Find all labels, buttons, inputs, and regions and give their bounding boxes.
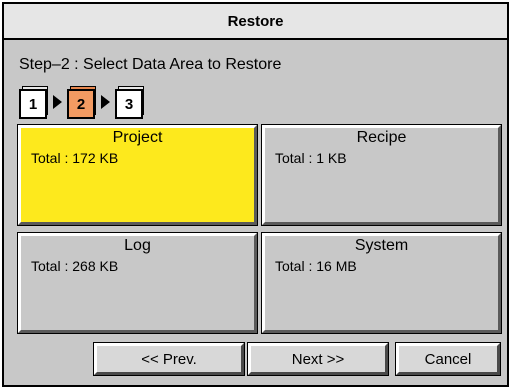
step-arrow-icon [53, 95, 62, 109]
area-total: Total : 1 KB [275, 150, 347, 166]
area-name: Project [112, 129, 163, 146]
restore-dialog: Restore Step–2 : Select Data Area to Res… [2, 2, 509, 387]
dialog-title: Restore [4, 4, 507, 40]
area-name: Recipe [356, 129, 407, 146]
step-1: 1 [19, 86, 49, 119]
area-tile-project[interactable]: Project Total : 172 KB [17, 124, 258, 226]
area-tile-system[interactable]: System Total : 16 MB [261, 232, 502, 334]
step-arrow-icon [101, 95, 110, 109]
area-name: System [354, 237, 409, 254]
area-tile-recipe[interactable]: Recipe Total : 1 KB [261, 124, 502, 226]
step-1-label: 1 [19, 89, 47, 119]
step-2-label: 2 [67, 89, 95, 119]
step-3: 3 [115, 86, 145, 119]
area-total: Total : 172 KB [31, 150, 119, 166]
step-3-label: 3 [115, 89, 143, 119]
area-name: Log [124, 237, 151, 254]
step-instruction: Step–2 : Select Data Area to Restore [19, 56, 282, 73]
step-2: 2 [67, 86, 97, 119]
area-tile-log[interactable]: Log Total : 268 KB [17, 232, 258, 334]
area-total: Total : 16 MB [275, 258, 357, 274]
next-button[interactable]: Next >> [247, 342, 389, 376]
cancel-button[interactable]: Cancel [395, 342, 501, 376]
prev-button[interactable]: << Prev. [93, 342, 245, 376]
area-total: Total : 268 KB [31, 258, 119, 274]
